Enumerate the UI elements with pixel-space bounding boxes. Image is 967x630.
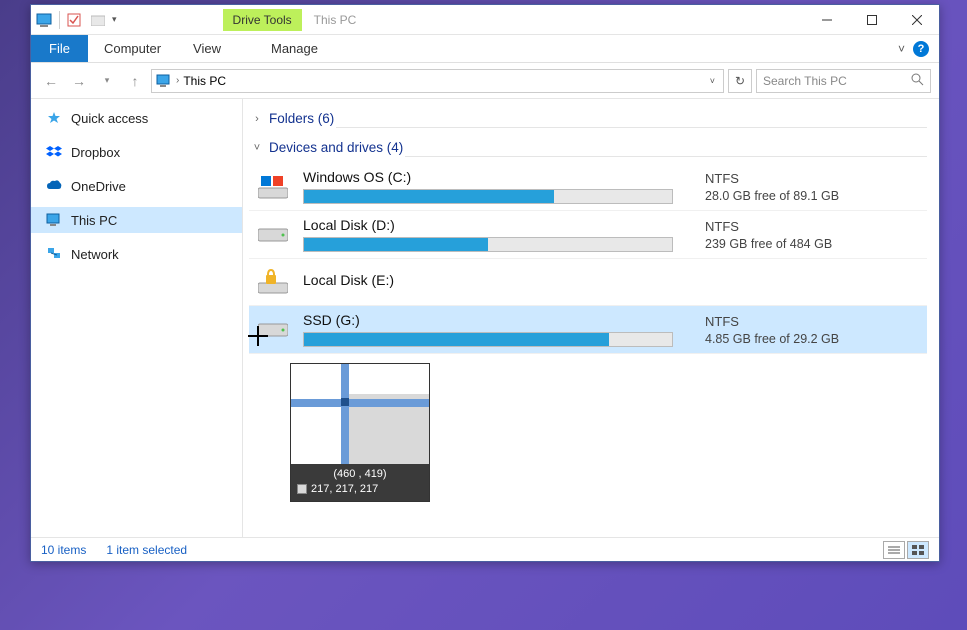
os-drive-icon — [255, 170, 291, 204]
drive-name: Local Disk (D:) — [303, 217, 673, 233]
breadcrumb[interactable]: › This PC ˅ — [151, 69, 724, 93]
sidebar-item-this-pc[interactable]: This PC — [31, 207, 242, 233]
new-folder-icon[interactable] — [88, 12, 108, 28]
sidebar-item-label: This PC — [71, 213, 117, 228]
ribbon-expand-icon[interactable]: ˅ — [898, 42, 905, 56]
drive-item[interactable]: Windows OS (C:) NTFS 28.0 GB free of 89.… — [249, 163, 927, 211]
minimize-button[interactable] — [804, 5, 849, 35]
section-label: Devices and drives (4) — [269, 140, 403, 155]
details-view-button[interactable] — [883, 541, 905, 559]
pc-icon — [156, 74, 172, 88]
drive-list: Windows OS (C:) NTFS 28.0 GB free of 89.… — [249, 163, 927, 354]
search-input[interactable]: Search This PC — [756, 69, 931, 93]
properties-icon[interactable] — [64, 12, 84, 28]
up-button[interactable]: ↑ — [123, 69, 147, 93]
drive-item[interactable]: SSD (G:) NTFS 4.85 GB free of 29.2 GB — [249, 306, 927, 354]
maximize-button[interactable] — [849, 5, 894, 35]
sidebar-item-label: Network — [71, 247, 119, 262]
window-title: This PC — [314, 13, 804, 27]
tiles-view-button[interactable] — [907, 541, 929, 559]
onedrive-icon — [45, 178, 63, 194]
help-icon[interactable]: ? — [913, 41, 929, 57]
status-bar: 10 items 1 item selected — [31, 537, 939, 561]
drive-filesystem: NTFS — [705, 171, 839, 186]
chevron-down-icon: ˅ — [251, 142, 263, 154]
sidebar-item-network[interactable]: Network — [31, 241, 242, 267]
tab-computer[interactable]: Computer — [88, 35, 177, 62]
chevron-right-icon: › — [251, 113, 263, 125]
drive-free-space: 4.85 GB free of 29.2 GB — [705, 332, 839, 346]
drive-item[interactable]: Local Disk (E:) — [249, 259, 927, 306]
drive-filesystem: NTFS — [705, 314, 839, 329]
sidebar-item-label: OneDrive — [71, 179, 126, 194]
sidebar-item-label: Dropbox — [71, 145, 120, 160]
pc-icon — [45, 212, 63, 228]
drive-free-space: 239 GB free of 484 GB — [705, 237, 832, 251]
back-button[interactable]: ← — [39, 69, 63, 93]
breadcrumb-dropdown-icon[interactable]: ˅ — [710, 76, 715, 86]
ribbon-tabs: File Computer View Manage ˅ ? — [31, 35, 939, 63]
sidebar-item-dropbox[interactable]: Dropbox — [31, 139, 242, 165]
section-drives[interactable]: ˅ Devices and drives (4) — [249, 136, 405, 159]
section-folders[interactable]: › Folders (6) — [249, 107, 336, 130]
status-item-count: 10 items — [41, 543, 86, 557]
system-icon — [35, 12, 55, 28]
chevron-right-icon: › — [176, 75, 179, 86]
tab-manage[interactable]: Manage — [255, 35, 334, 62]
sidebar-item-onedrive[interactable]: OneDrive — [31, 173, 242, 199]
qat-dropdown-icon[interactable]: ▾ — [112, 14, 117, 25]
file-tab[interactable]: File — [31, 35, 88, 62]
usage-bar — [303, 189, 673, 204]
titlebar: ▾ Drive Tools This PC — [31, 5, 939, 35]
search-placeholder: Search This PC — [763, 74, 847, 88]
locked-hdd-icon — [255, 265, 291, 299]
explorer-window: ▾ Drive Tools This PC File Computer View… — [30, 4, 940, 562]
status-selected-count: 1 item selected — [106, 543, 187, 557]
drive-name: SSD (G:) — [303, 312, 673, 328]
refresh-button[interactable]: ↻ — [728, 69, 752, 93]
usage-bar — [303, 237, 673, 252]
hdd-icon — [255, 313, 291, 347]
drive-tools-contextual-tab[interactable]: Drive Tools — [223, 9, 302, 31]
quick-access-toolbar: ▾ — [31, 5, 121, 34]
navigation-pane: Quick access Dropbox OneDrive This PC Ne… — [31, 99, 243, 537]
tab-view[interactable]: View — [177, 35, 237, 62]
drive-item[interactable]: Local Disk (D:) NTFS 239 GB free of 484 … — [249, 211, 927, 259]
drive-name: Windows OS (C:) — [303, 169, 673, 185]
breadcrumb-label: This PC — [183, 74, 226, 88]
network-icon — [45, 246, 63, 262]
star-icon — [45, 110, 63, 126]
navigation-bar: ← → ▾ ↑ › This PC ˅ ↻ Search This PC — [31, 63, 939, 99]
forward-button[interactable]: → — [67, 69, 91, 93]
hdd-icon — [255, 218, 291, 252]
sidebar-item-label: Quick access — [71, 111, 148, 126]
drive-free-space: 28.0 GB free of 89.1 GB — [705, 189, 839, 203]
drive-filesystem: NTFS — [705, 219, 832, 234]
recent-dropdown-icon[interactable]: ▾ — [95, 69, 119, 93]
drive-name: Local Disk (E:) — [303, 272, 673, 288]
content-pane: › Folders (6) ˅ Devices and drives (4) — [243, 99, 939, 537]
dropbox-icon — [45, 144, 63, 160]
section-label: Folders (6) — [269, 111, 334, 126]
usage-bar — [303, 332, 673, 347]
sidebar-item-quick-access[interactable]: Quick access — [31, 105, 242, 131]
close-button[interactable] — [894, 5, 939, 35]
search-icon — [911, 73, 924, 89]
